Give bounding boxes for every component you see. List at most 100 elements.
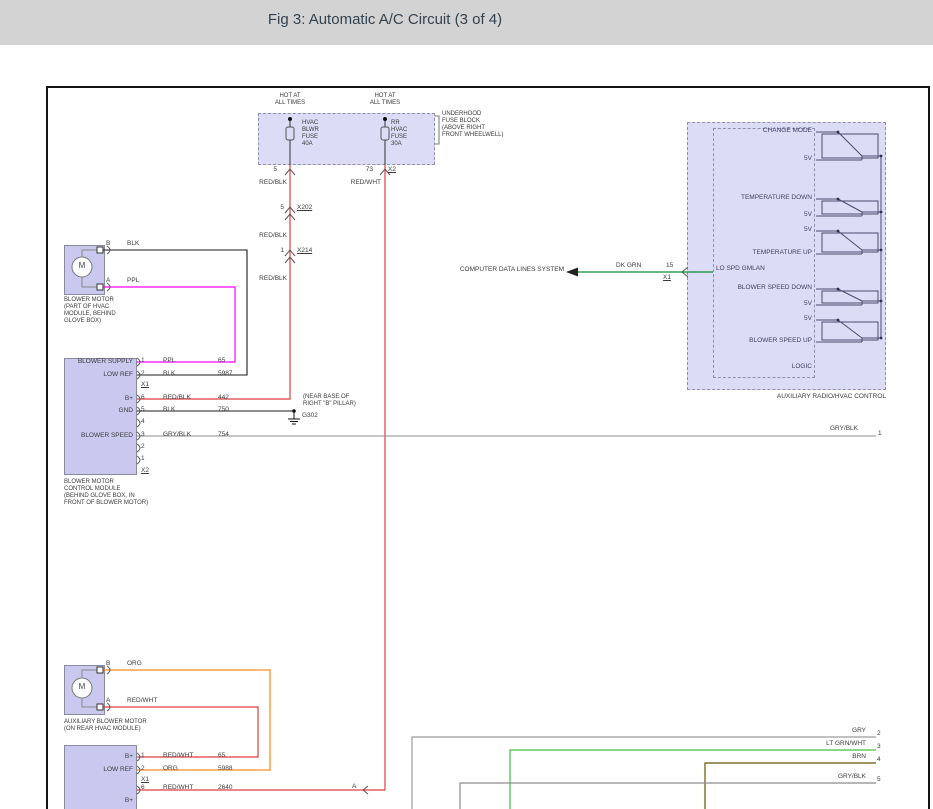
circuit-number: 65 <box>218 357 225 364</box>
aux-pin-row-2: 2 ORG 5988 <box>141 765 253 773</box>
wiring-diagram-page: Fig 3: Automatic A/C Circuit (3 of 4) <box>0 0 933 809</box>
module-lbl-blower-speed: BLOWER SPEED <box>61 432 133 440</box>
pin-gry: 2 <box>877 730 881 738</box>
ppl-wire <box>103 287 235 362</box>
module-pin-4: 4 <box>141 418 145 426</box>
wire-label-gry: GRY <box>790 727 866 735</box>
module-pin-row-5: 5 BLK 750 <box>141 406 253 414</box>
aux-motor-pin-a: A <box>106 697 110 705</box>
wire-label-gry-blk-754: GRY/BLK <box>810 425 858 433</box>
wire-color-label: RED/WHT <box>163 752 193 759</box>
wire-label-red-blk-3: RED/BLK <box>250 275 287 283</box>
fuse-right-connector: X2 <box>388 166 396 174</box>
aux-motor-pin-b: B <box>106 660 110 668</box>
wire-label-red-wht-aux: RED/WHT <box>127 697 157 705</box>
aux-pin-row-1: 1 RED/WHT 65 <box>141 752 253 760</box>
wire-label-red-wht: RED/WHT <box>344 179 381 187</box>
hot-at-all-times-right: HOT AT ALL TIMES <box>361 93 409 107</box>
module-pin-row-6: 6 RED/BLK 442 <box>141 394 253 402</box>
circuit-number: 442 <box>218 394 229 401</box>
fuse-right-pin: 73 <box>359 166 373 174</box>
pin-number: 3 <box>141 431 145 438</box>
wire-label-lt-grn-wht: LT GRN/WHT <box>790 740 866 748</box>
wire-label-red-blk-1: RED/BLK <box>250 179 287 187</box>
module-lbl-bplus: B+ <box>61 395 133 403</box>
fuse-block-bracket <box>435 116 439 144</box>
circuit-number: 65 <box>218 752 225 759</box>
data-lines-arrow-icon <box>566 268 578 277</box>
pin-lt-grn-wht: 3 <box>877 743 881 751</box>
aux-motor-m-symbol: M <box>76 683 88 691</box>
blower-motor-label: BLOWER MOTOR (PART OF HVAC MODULE, BEHIN… <box>64 297 116 325</box>
blower-module-label: BLOWER MOTOR CONTROL MODULE (BEHIND GLOV… <box>64 479 148 507</box>
module-lbl-low-ref: LOW REF <box>61 371 133 379</box>
wire-color-label: ORG <box>163 765 178 772</box>
wire-label-dk-grn: DK GRN <box>616 262 641 270</box>
wire-label-blk: BLK <box>127 240 139 248</box>
power-dot-right <box>383 117 387 121</box>
pin-number: 1 <box>141 357 145 364</box>
aux-module-lbl-low-ref: LOW REF <box>61 766 133 774</box>
module-lbl-blower-supply: BLOWER SUPPLY <box>61 358 133 366</box>
aux-radio-hvac-control-label: AUXILIARY RADIO/HVAC CONTROL <box>687 393 886 401</box>
pin-number: 2 <box>141 370 145 377</box>
ctl-5v-3: 5V <box>692 226 812 234</box>
speed-wire-pin: 1 <box>878 430 882 438</box>
wire-color-label: RED/BLK <box>163 394 191 401</box>
pin-number: 5 <box>141 406 145 413</box>
motor-pin-a: A <box>106 277 110 285</box>
gmlan-pin-15: 15 <box>666 262 673 270</box>
gry-blk-wire <box>460 783 876 809</box>
fuse-right-icon <box>381 127 389 140</box>
ctl-speed-up: BLOWER SPEED UP <box>692 337 812 345</box>
rr-hvac-fuse-label: RR HVAC FUSE 30A <box>391 120 407 148</box>
fuse-left-icon <box>286 127 294 140</box>
module-pin-1b: 1 <box>141 455 145 463</box>
wire-label-gry-blk-2: GRY/BLK <box>790 773 866 781</box>
pin-number: 1 <box>141 752 145 759</box>
wire-color-label: PPL <box>163 357 175 364</box>
aux-module-lbl-bplus-2: B+ <box>61 797 133 805</box>
red-wht-feed-wire <box>137 165 385 790</box>
wire-color-label: BLK <box>163 406 175 413</box>
ctl-temp-up: TEMPERATURE UP <box>692 249 812 257</box>
ctl-5v-4: 5V <box>692 300 812 308</box>
ground-location-note: (NEAR BASE OF RIGHT "B" PILLAR) <box>303 394 356 408</box>
hvac-blwr-fuse-label: HVAC BLWR FUSE 40A <box>302 120 319 148</box>
module-pin-row-3: 3 GRY/BLK 754 <box>141 431 253 439</box>
wire-color-label: BLK <box>163 370 175 377</box>
x214-connector: X214 <box>297 247 312 255</box>
ctl-lo-spd-gmlan: LO SPD GMLAN <box>716 265 765 273</box>
pin-brn: 4 <box>877 756 881 764</box>
ctl-temp-down: TEMPERATURE DOWN <box>692 194 812 202</box>
ctl-5v-1: 5V <box>692 155 812 163</box>
x202-pin: 5 <box>272 204 284 212</box>
aux-blower-motor-label: AUXILIARY BLOWER MOTOR (ON REAR HVAC MOD… <box>64 719 147 733</box>
aux-pin-row-6: 6 RED/WHT 2640 <box>141 784 253 792</box>
switch-icons <box>816 132 881 342</box>
module-connector-x1: X1 <box>141 381 149 389</box>
wire-color-label: GRY/BLK <box>163 431 191 438</box>
circuit-number: 5988 <box>218 765 232 772</box>
ctl-speed-down: BLOWER SPEED DOWN <box>692 284 812 292</box>
circuit-number: 754 <box>218 431 229 438</box>
wire-label-red-blk-2: RED/BLK <box>250 232 287 240</box>
pin-number: 6 <box>141 394 145 401</box>
underhood-fuse-block-label: UNDERHOOD FUSE BLOCK (ABOVE RIGHT FRONT … <box>442 111 503 139</box>
ctl-5v-2: 5V <box>692 211 812 219</box>
pin-number: 2 <box>141 765 145 772</box>
hot-at-all-times-left: HOT AT ALL TIMES <box>266 93 314 107</box>
x214-pin: 1 <box>272 247 284 255</box>
wire-label-org: ORG <box>127 660 142 668</box>
ground-name: G302 <box>302 412 318 420</box>
aux-module-lbl-bplus: B+ <box>61 753 133 761</box>
ctl-5v-5: 5V <box>692 315 812 323</box>
module-pin-row-1: 1 PPL 65 <box>141 357 253 365</box>
connector-chevron-icons <box>107 169 688 794</box>
wire-label-ppl: PPL <box>127 277 139 285</box>
module-pin-row-2: 2 BLK 5987 <box>141 370 253 378</box>
x202-connector: X202 <box>297 204 312 212</box>
pin-gry-blk-2: 5 <box>877 776 881 784</box>
motor-m-symbol: M <box>76 262 88 270</box>
power-dot-left <box>288 117 292 121</box>
